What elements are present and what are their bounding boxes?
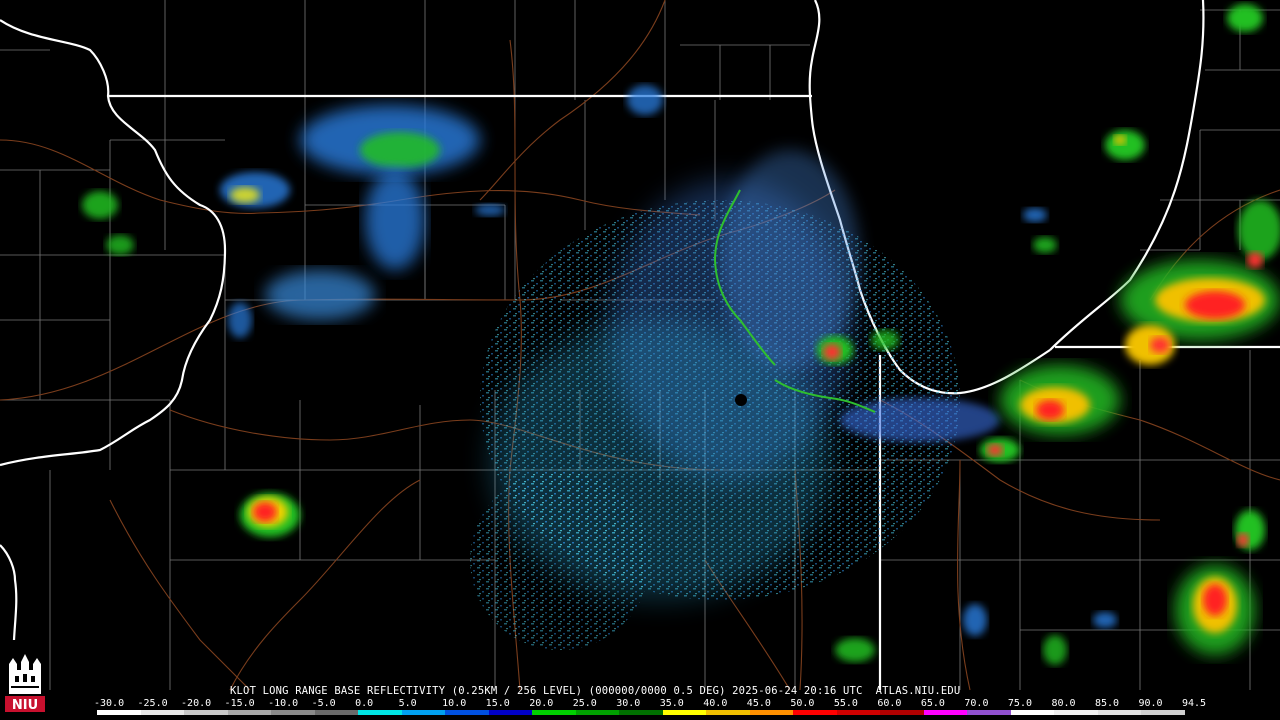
scale-swatch bbox=[184, 710, 228, 715]
scale-label: 0.0 bbox=[355, 698, 374, 709]
scale-label: -5.0 bbox=[311, 698, 336, 709]
scale-swatch bbox=[1097, 710, 1142, 715]
scale-label: 5.0 bbox=[398, 698, 417, 709]
scale-swatch bbox=[271, 710, 315, 715]
scale-label: -15.0 bbox=[224, 698, 255, 709]
scale-label: 25.0 bbox=[572, 698, 597, 709]
radar-map bbox=[0, 0, 1280, 691]
color-scale-labels: -30.0 -25.0 -20.0 -15.0 -10.0 -5.0 0.0 5.0 10.0 1… bbox=[94, 698, 1206, 710]
scale-swatch bbox=[445, 710, 489, 715]
scale-swatch bbox=[488, 710, 533, 715]
scale-label: 20.0 bbox=[529, 698, 554, 709]
scale-label: 94.5 bbox=[1182, 698, 1207, 709]
scale-swatch bbox=[401, 710, 446, 715]
niu-logo: NIU bbox=[3, 648, 47, 714]
scale-label: 45.0 bbox=[746, 698, 771, 709]
scale-swatch bbox=[314, 710, 359, 715]
scale-swatch bbox=[662, 710, 707, 715]
scale-swatch bbox=[358, 710, 402, 715]
scale-swatch bbox=[706, 710, 750, 715]
scale-label: 40.0 bbox=[703, 698, 728, 709]
scale-label: 50.0 bbox=[790, 698, 815, 709]
scale-swatch bbox=[1141, 710, 1185, 715]
scale-label: 70.0 bbox=[964, 698, 989, 709]
scale-label: 80.0 bbox=[1051, 698, 1076, 709]
scale-swatch bbox=[749, 710, 794, 715]
scale-swatch bbox=[967, 710, 1011, 715]
scale-label: 90.0 bbox=[1138, 698, 1163, 709]
scale-label: 85.0 bbox=[1094, 698, 1120, 709]
scale-swatch bbox=[227, 710, 272, 715]
product-caption: KLOT LONG RANGE BASE REFLECTIVITY (0.25K… bbox=[230, 685, 961, 697]
radar-echoes bbox=[82, 4, 1280, 665]
scale-label: 65.0 bbox=[920, 698, 945, 709]
scale-label: 55.0 bbox=[833, 698, 858, 709]
scale-swatch bbox=[532, 710, 576, 715]
scale-swatch bbox=[140, 710, 185, 715]
scale-swatch bbox=[1054, 710, 1098, 715]
scale-swatch bbox=[880, 710, 924, 715]
scale-label: 30.0 bbox=[616, 698, 641, 709]
scale-swatch bbox=[575, 710, 620, 715]
scale-label: 75.0 bbox=[1007, 698, 1032, 709]
scale-label: -25.0 bbox=[137, 698, 168, 709]
scale-swatch bbox=[1010, 710, 1055, 715]
scale-label: 35.0 bbox=[659, 698, 684, 709]
scale-label: 15.0 bbox=[485, 698, 510, 709]
scale-swatch bbox=[793, 710, 837, 715]
scale-swatch bbox=[619, 710, 663, 715]
scale-swatch bbox=[923, 710, 968, 715]
color-scale-bar bbox=[97, 710, 1185, 715]
svg-text:NIU: NIU bbox=[12, 698, 38, 713]
scale-label: 10.0 bbox=[442, 698, 467, 709]
scale-swatch bbox=[836, 710, 881, 715]
scale-label: -10.0 bbox=[268, 698, 299, 709]
scale-label: -30.0 bbox=[94, 698, 125, 709]
radar-site-dot bbox=[735, 394, 747, 406]
scale-label: 60.0 bbox=[877, 698, 902, 709]
scale-swatch bbox=[97, 710, 141, 715]
scale-label: -20.0 bbox=[181, 698, 212, 709]
